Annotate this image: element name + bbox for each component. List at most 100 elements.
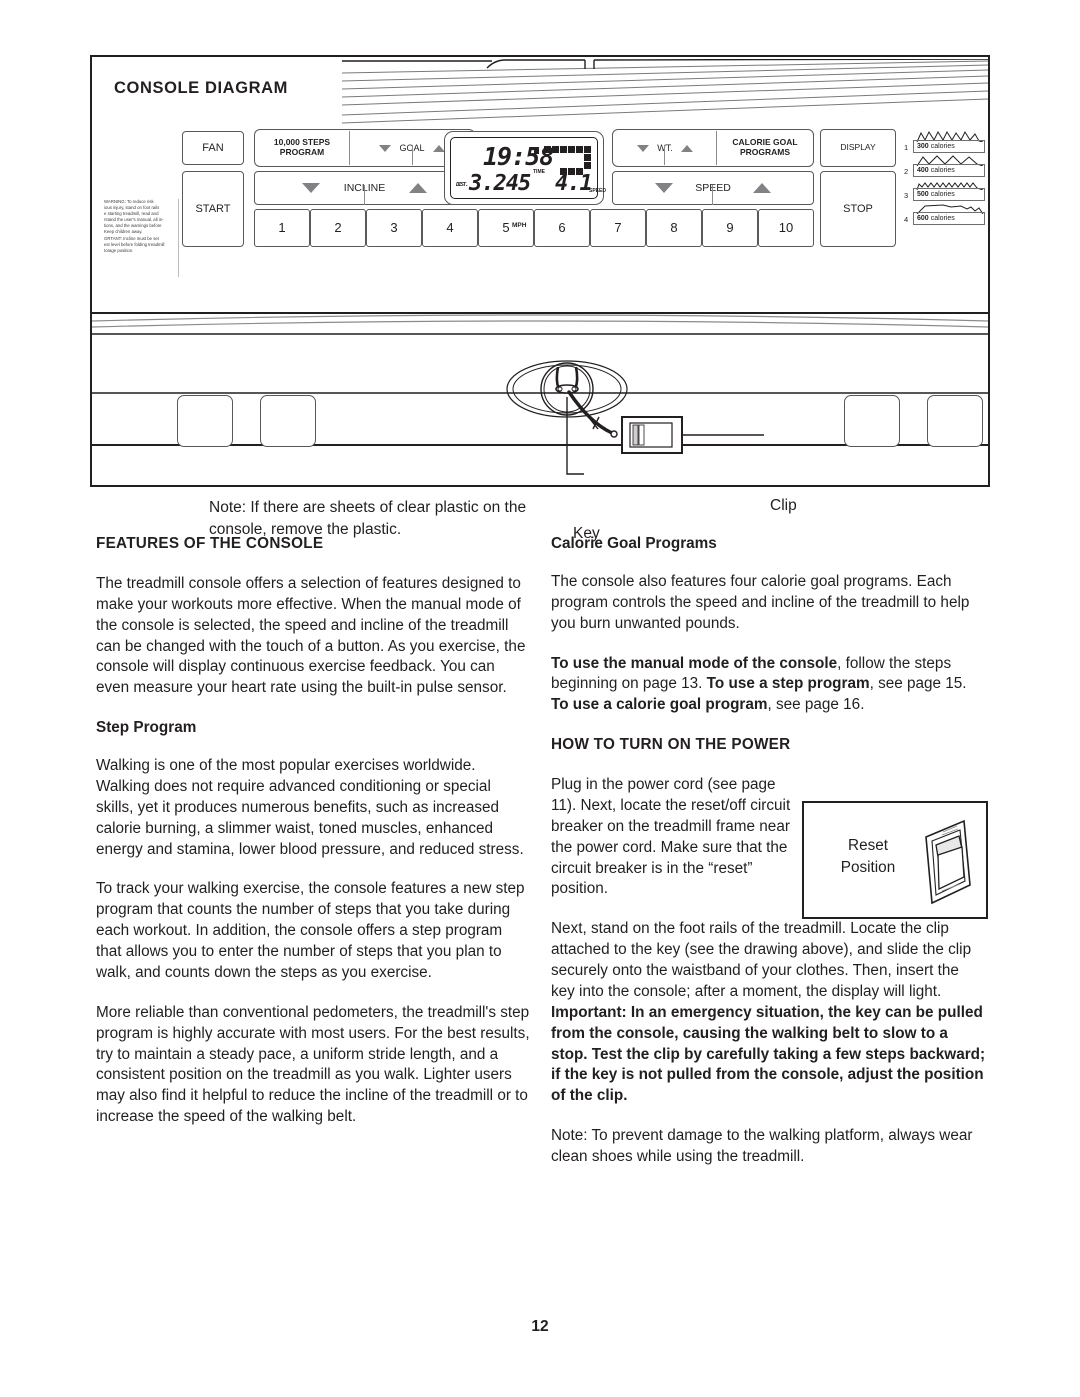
calorie-program-value: 500 xyxy=(917,191,929,198)
track-dot xyxy=(560,168,567,175)
speed-key-6[interactable]: 6 xyxy=(534,209,590,247)
calorie-program-unit: calories xyxy=(930,167,955,174)
incline-center-divider xyxy=(364,185,366,205)
lcd-time-label: TIME xyxy=(533,169,545,175)
weight-center-divider xyxy=(664,145,666,165)
step-program-heading: Step Program xyxy=(96,719,197,737)
lcd-dist-value: 3.245 xyxy=(469,171,531,196)
console-diagram-figure: CONSOLE DIAGRAM WARNING: To reduce risk … xyxy=(90,55,990,542)
lcd-dist-label: DIST. xyxy=(456,182,469,188)
calorie-program-value: 400 xyxy=(917,167,929,174)
warning-label-sticker: WARNING: To reduce risk ious injury, sta… xyxy=(104,199,179,277)
left-text-column: FEATURES OF THE CONSOLE The treadmill co… xyxy=(96,534,531,1147)
speed-decrease-icon[interactable] xyxy=(655,183,674,193)
power-paragraph-2-plain: Next, stand on the foot rails of the tre… xyxy=(551,920,972,1000)
lcd-time-value: 19:58 xyxy=(483,142,554,171)
calorie-goal-programs-heading: Calorie Goal Programs xyxy=(551,535,717,552)
speed-key-7[interactable]: 7 xyxy=(590,209,646,247)
warning-line-5: tions, and the warnings before xyxy=(104,223,162,229)
calorie-goal-programs-button[interactable]: CALORIE GOAL PROGRAMS xyxy=(719,132,811,164)
stop-button[interactable]: STOP xyxy=(820,171,896,247)
calorie-goal-label-line2: PROGRAMS xyxy=(739,147,791,157)
fan-button[interactable]: FAN xyxy=(182,131,244,165)
mph-label: MPH xyxy=(512,222,527,229)
speed-increase-icon[interactable] xyxy=(752,183,771,193)
speed-center-divider xyxy=(712,185,714,205)
clip-callout-label: Clip xyxy=(770,497,797,514)
circuit-breaker-switch-icon xyxy=(925,819,971,905)
calorie-program-frame: 500 calories xyxy=(913,188,985,201)
track-dot xyxy=(568,168,575,175)
warning-line-1: To reduce risk xyxy=(126,199,154,204)
track-dot xyxy=(584,154,591,161)
start-button-label: START xyxy=(195,202,231,215)
goal-decrease-icon[interactable] xyxy=(379,144,392,152)
weight-decrease-icon[interactable] xyxy=(637,144,650,152)
start-button[interactable]: START xyxy=(182,171,244,247)
speed-key-10[interactable]: 10 xyxy=(758,209,814,247)
manual-mode-bold: To use the manual mode of the console xyxy=(551,654,838,672)
speed-key-2-label: 2 xyxy=(334,219,342,235)
calorie-program-unit: calories xyxy=(930,143,955,150)
warning-line-2: ious injury, stand on foot rails xyxy=(104,205,160,211)
step-program-text: , see page 15. xyxy=(869,675,967,693)
wt-calorie-divider xyxy=(716,131,718,165)
calorie-program-unit: calories xyxy=(930,215,955,222)
calorie-program-index: 2 xyxy=(904,167,909,176)
warning-line-7: ORTANT: Incline must be set xyxy=(104,235,160,241)
display-button[interactable]: DISPLAY xyxy=(820,129,896,167)
page-number: 12 xyxy=(531,1318,549,1335)
track-dot xyxy=(560,146,567,153)
warning-line-6: Keep children away. xyxy=(104,229,143,235)
console-keypad-area: WARNING: To reduce risk ious injury, sta… xyxy=(94,125,988,313)
incline-increase-icon[interactable] xyxy=(409,183,428,193)
track-dot xyxy=(576,146,583,153)
fan-button-label: FAN xyxy=(202,141,224,154)
reset-caption-line1: Reset xyxy=(848,837,888,854)
calorie-program-frame: 300 calories xyxy=(913,140,985,153)
power-paragraph-2-bold: Important: In an emergency situation, th… xyxy=(551,1003,986,1105)
stop-button-label: STOP xyxy=(843,202,873,215)
warning-line-9: torage position. xyxy=(104,247,134,253)
goal-increase-icon[interactable] xyxy=(432,144,445,152)
calorie-program-unit: calories xyxy=(930,191,955,198)
console-diagram-title: CONSOLE DIAGRAM xyxy=(114,79,288,97)
features-intro-paragraph: The treadmill console offers a selection… xyxy=(96,574,526,697)
calorie-program-row: 2 400 calories xyxy=(904,155,986,179)
shoes-note-paragraph: Note: To prevent damage to the walking p… xyxy=(551,1127,973,1165)
lcd-display: 19:58 TIME DIST. 3.245 4.1 SPEED xyxy=(444,131,606,205)
key-and-clip-illustration xyxy=(506,360,764,475)
step-program-paragraph-2: To track your walking exercise, the cons… xyxy=(96,880,525,981)
speed-key-1[interactable]: 1 xyxy=(254,209,310,247)
speed-key-3[interactable]: 3 xyxy=(366,209,422,247)
step-program-bold: To use a step program xyxy=(706,675,870,693)
speed-key-4-label: 4 xyxy=(446,219,454,235)
warning-word: WARNING: xyxy=(104,199,126,204)
step-program-paragraph-1: Walking is one of the most popular exerc… xyxy=(96,757,524,858)
incline-decrease-icon[interactable] xyxy=(301,183,320,193)
speed-key-4[interactable]: 4 xyxy=(422,209,478,247)
track-dot xyxy=(544,146,551,153)
lcd-speed-label: SPEED xyxy=(589,188,606,194)
speed-key-2[interactable]: 2 xyxy=(310,209,366,247)
speed-key-1-label: 1 xyxy=(278,219,286,235)
console-hood-shading xyxy=(342,59,988,129)
speed-key-7-label: 7 xyxy=(614,219,622,235)
track-dot xyxy=(552,146,559,153)
weight-increase-icon[interactable] xyxy=(680,144,693,152)
warning-line-8: est level before folding treadmill xyxy=(104,241,165,247)
reset-caption-line2: Position xyxy=(840,859,896,877)
goal-center-divider xyxy=(412,145,414,165)
steps-program-button[interactable]: 10,000 STEPS PROGRAM xyxy=(257,132,347,164)
lcd-display-inner: 19:58 TIME DIST. 3.245 4.1 SPEED xyxy=(450,137,606,199)
calorie-program-bold: To use a calorie goal program xyxy=(551,696,768,714)
step-program-paragraph-3: More reliable than conventional pedomete… xyxy=(96,1003,530,1126)
speed-key-9[interactable]: 9 xyxy=(702,209,758,247)
power-paragraph-2: Next, stand on the foot rails of the tre… xyxy=(551,919,986,1107)
reset-position-caption: Reset Position xyxy=(822,835,914,879)
handlebar-pad-left-inner xyxy=(260,395,316,447)
calorie-goal-paragraph: The console also features four calorie g… xyxy=(551,572,970,632)
calorie-program-row: 1 300 calories xyxy=(904,130,986,155)
speed-key-8[interactable]: 8 xyxy=(646,209,702,247)
warning-line-4: rstand the user's manual, all in- xyxy=(104,217,164,223)
